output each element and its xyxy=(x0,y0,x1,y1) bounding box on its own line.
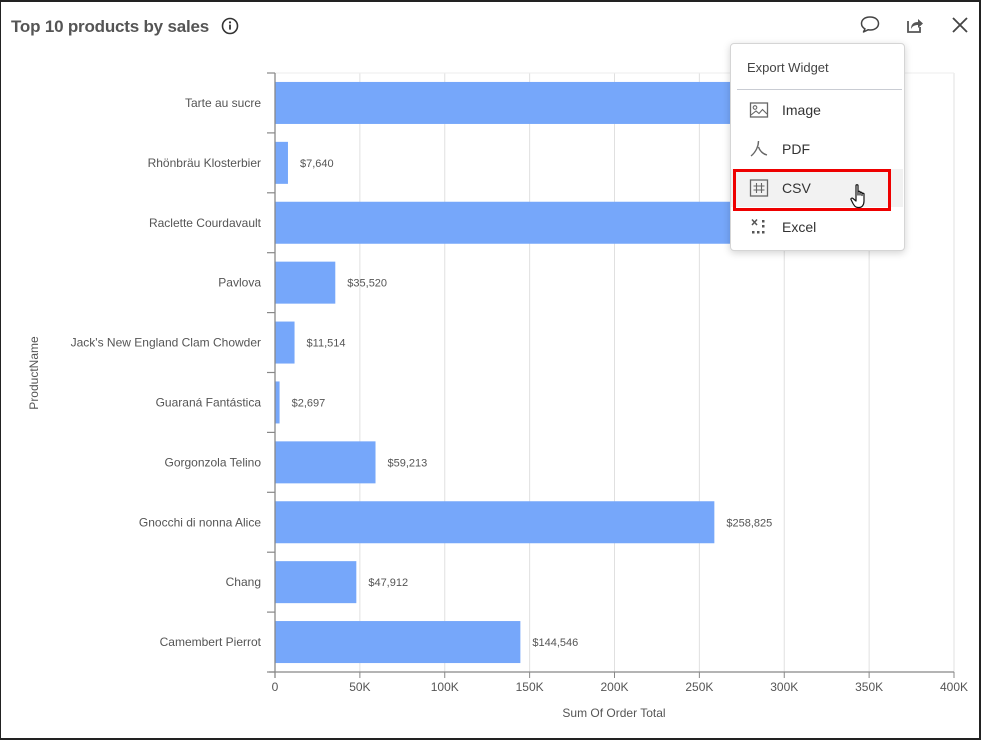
data-label: $258,825 xyxy=(726,517,772,529)
menu-divider xyxy=(737,89,902,90)
x-tick-label: 150K xyxy=(516,680,544,694)
bar[interactable] xyxy=(275,501,715,544)
y-tick-label: Rhönbräu Klosterbier xyxy=(148,156,261,170)
bar[interactable] xyxy=(275,321,295,364)
export-image-item[interactable]: Image xyxy=(731,91,903,129)
export-menu: Export Widget Image PDF CSV Excel xyxy=(730,43,905,251)
bar[interactable] xyxy=(275,141,288,184)
y-axis-labels: Tarte au sucre Rhönbräu Klosterbier Raclet… xyxy=(71,96,262,649)
bar[interactable] xyxy=(275,441,376,484)
hand-cursor-icon xyxy=(850,184,865,209)
x-tick-label: 350K xyxy=(855,680,883,694)
y-tick-label: Chang xyxy=(226,575,261,589)
x-axis-ticks: 0 50K 100K 150K 200K 250K 300K 350K 400K xyxy=(272,672,968,694)
export-pdf-label: PDF xyxy=(782,141,810,157)
data-label: $144,546 xyxy=(532,637,578,649)
export-menu-heading: Export Widget xyxy=(747,60,829,75)
bar[interactable] xyxy=(275,261,336,304)
bar[interactable] xyxy=(275,561,357,604)
y-tick-label: Guaraná Fantástica xyxy=(156,395,262,409)
x-tick-label: 400K xyxy=(940,680,968,694)
bar[interactable] xyxy=(275,621,521,664)
pdf-icon xyxy=(750,140,768,157)
y-tick-label: Gnocchi di nonna Alice xyxy=(139,515,261,529)
export-image-label: Image xyxy=(782,102,821,118)
export-excel-label: Excel xyxy=(782,219,817,235)
data-label: $59,213 xyxy=(388,457,428,469)
export-pdf-item[interactable]: PDF xyxy=(731,130,903,168)
x-tick-label: 0 xyxy=(272,680,279,694)
y-tick-label: Gorgonzola Telino xyxy=(164,455,261,469)
x-tick-label: 200K xyxy=(600,680,628,694)
excel-icon xyxy=(751,218,765,234)
x-tick-label: 300K xyxy=(770,680,798,694)
y-tick-label: Raclette Courdavault xyxy=(149,216,262,230)
y-axis-title: ProductName xyxy=(27,336,41,410)
y-tick-label: Tarte au sucre xyxy=(185,96,261,110)
data-label: $2,697 xyxy=(292,397,326,409)
data-label: $11,514 xyxy=(307,338,346,350)
x-tick-label: 50K xyxy=(349,680,370,694)
y-tick-label: Camembert Pierrot xyxy=(160,635,262,649)
x-tick-label: 100K xyxy=(431,680,459,694)
x-tick-label: 250K xyxy=(685,680,713,694)
data-label: $35,520 xyxy=(347,278,387,290)
image-icon xyxy=(749,102,769,118)
y-tick-label: Pavlova xyxy=(218,276,261,290)
bar[interactable] xyxy=(275,381,280,424)
x-axis-title: Sum Of Order Total xyxy=(562,706,665,720)
data-label: $47,912 xyxy=(368,577,408,589)
data-label: $7,640 xyxy=(300,158,334,170)
export-excel-item[interactable]: Excel xyxy=(731,208,903,246)
y-tick-label: Jack's New England Clam Chowder xyxy=(71,336,261,350)
